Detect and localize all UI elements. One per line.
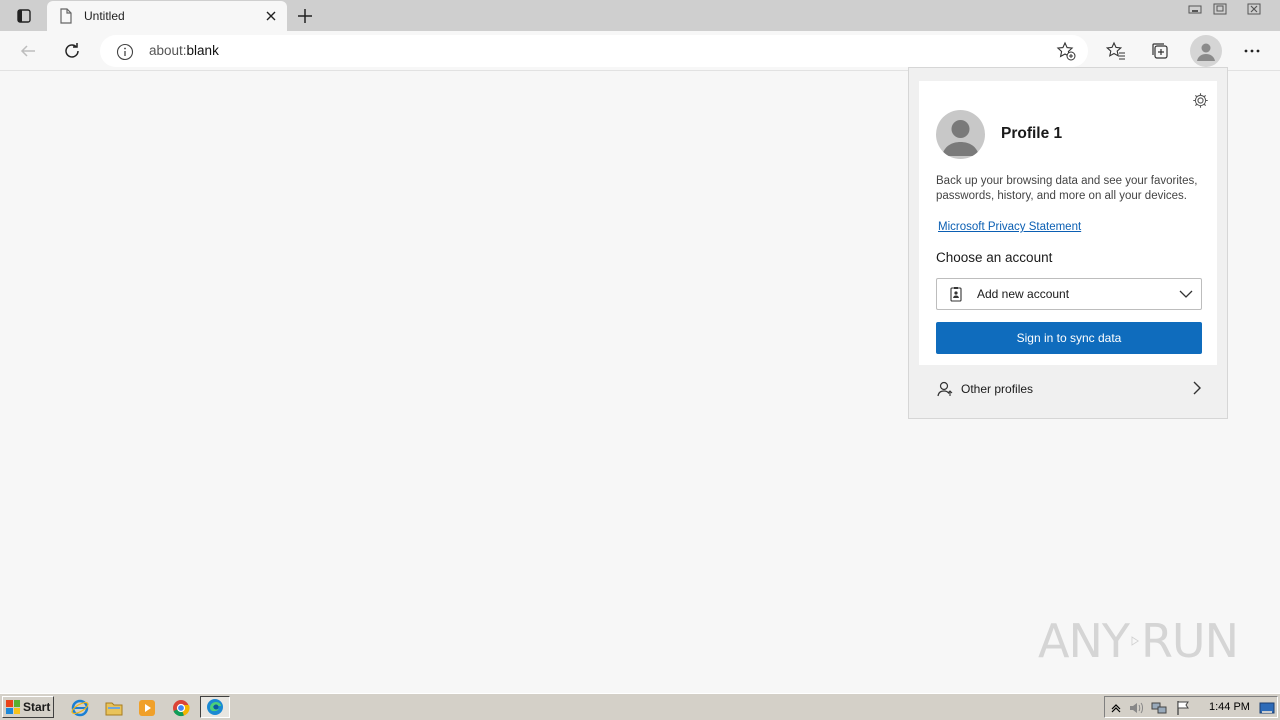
tab-strip: Untitled	[0, 0, 1280, 31]
profile-card: Profile 1 Back up your browsing data and…	[919, 81, 1217, 365]
add-favorite-icon[interactable]	[1056, 41, 1076, 64]
windows-logo-icon	[6, 700, 20, 714]
favorites-icon[interactable]	[1101, 36, 1131, 66]
info-icon[interactable]	[116, 43, 134, 64]
privacy-statement-link[interactable]: Microsoft Privacy Statement	[938, 221, 1081, 233]
media-player-icon[interactable]	[137, 698, 157, 718]
sync-description: Back up your browsing data and see your …	[936, 175, 1198, 202]
start-button[interactable]: Start	[2, 696, 54, 718]
new-tab-button[interactable]	[292, 4, 318, 28]
minimize-icon[interactable]	[1183, 0, 1207, 18]
profile-button[interactable]	[1190, 35, 1222, 67]
other-profiles-label: Other profiles	[961, 382, 1034, 396]
refresh-icon[interactable]	[57, 36, 87, 66]
action-center-flag-icon[interactable]	[1175, 700, 1191, 716]
start-label: Start	[23, 700, 51, 714]
profile-name: Profile 1	[1001, 125, 1063, 142]
profile-icon	[1197, 43, 1215, 61]
account-select[interactable]: Add new account	[936, 278, 1202, 310]
tab-untitled[interactable]: Untitled	[47, 1, 287, 31]
tab-title: Untitled	[84, 9, 125, 23]
other-profiles-item[interactable]: Other profiles	[909, 373, 1227, 403]
clock[interactable]: 1:44 PM	[1209, 701, 1250, 713]
avatar	[936, 110, 985, 159]
tab-actions-icon[interactable]	[10, 4, 38, 28]
chevron-down-icon	[1179, 287, 1193, 304]
page-icon	[59, 8, 73, 27]
chrome-icon[interactable]	[171, 698, 191, 718]
id-badge-icon	[948, 286, 964, 305]
taskbar: Start 1:44 PM	[0, 693, 1280, 720]
watermark-right-text: RUN	[1140, 614, 1239, 668]
restore-icon[interactable]	[1208, 0, 1232, 18]
edge-icon[interactable]	[200, 696, 230, 718]
url-text[interactable]: about:blank	[149, 43, 219, 58]
show-desktop-icon[interactable]	[1259, 700, 1275, 716]
window-close-icon[interactable]	[1240, 0, 1268, 18]
browser-toolbar: about:blank	[0, 31, 1280, 71]
watermark-left-text: ANY	[1038, 614, 1130, 668]
more-icon[interactable]	[1237, 36, 1267, 66]
show-hidden-icons-icon[interactable]	[1108, 700, 1124, 716]
anyrun-watermark: ANY RUN	[1038, 610, 1239, 672]
profile-flyout: Profile 1 Back up your browsing data and…	[908, 67, 1228, 419]
collections-icon[interactable]	[1145, 36, 1175, 66]
gear-icon[interactable]	[1190, 90, 1210, 110]
folder-icon[interactable]	[104, 698, 124, 718]
address-bar[interactable]: about:blank	[100, 35, 1088, 67]
choose-account-label: Choose an account	[936, 250, 1053, 265]
volume-icon[interactable]	[1128, 700, 1144, 716]
tab-close-icon[interactable]	[261, 6, 281, 26]
chevron-right-icon	[1191, 381, 1203, 398]
play-logo-icon	[1131, 636, 1139, 646]
network-icon[interactable]	[1151, 700, 1167, 716]
system-tray: 1:44 PM	[1104, 696, 1278, 718]
back-arrow-icon[interactable]	[13, 36, 43, 66]
people-icon	[936, 380, 954, 401]
account-select-value: Add new account	[977, 287, 1070, 301]
sign-in-sync-button[interactable]: Sign in to sync data	[936, 322, 1202, 354]
internet-explorer-icon[interactable]	[70, 698, 90, 718]
